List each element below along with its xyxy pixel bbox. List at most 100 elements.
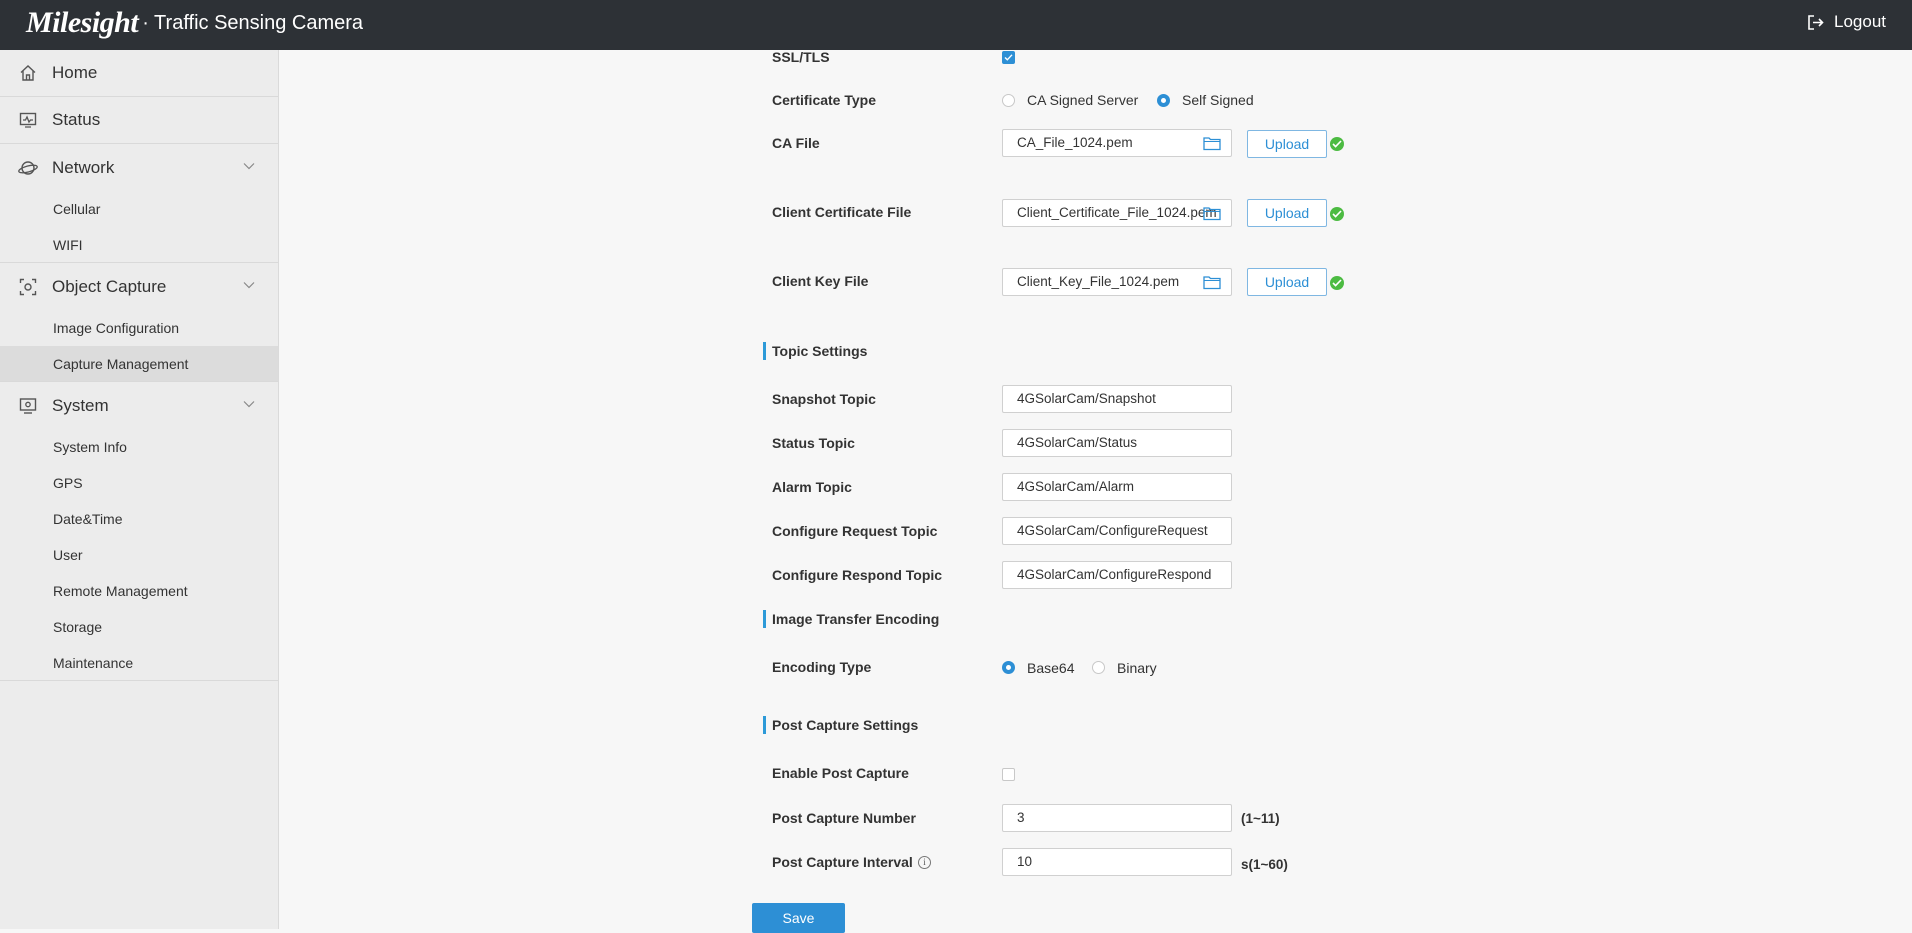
sidebar-item-network[interactable]: Network [0, 144, 278, 191]
radio-binary[interactable] [1092, 661, 1105, 674]
radio-base64[interactable] [1002, 661, 1015, 674]
ssl-tls-label: SSL/TLS [772, 49, 830, 65]
radio-self-signed[interactable] [1157, 94, 1170, 107]
alarm-topic-label: Alarm Topic [772, 479, 852, 495]
folder-icon[interactable] [1203, 205, 1221, 221]
sidebar-item-image-configuration[interactable]: Image Configuration [0, 310, 278, 346]
radio-label-base64: Base64 [1027, 660, 1075, 676]
topic-settings-section: Topic Settings [763, 342, 867, 360]
certificate-type-label: Certificate Type [772, 92, 876, 108]
client-certificate-input[interactable]: Client_Certificate_File_1024.pem [1002, 199, 1232, 227]
sidebar-item-label: User [53, 547, 83, 563]
sidebar-item-object-capture[interactable]: Object Capture [0, 263, 278, 310]
sidebar-item-label: WIFI [53, 236, 83, 253]
client-certificate-value: Client_Certificate_File_1024.pem [1017, 205, 1217, 220]
sidebar-item-system[interactable]: System [0, 382, 278, 429]
success-check-icon [1330, 276, 1344, 290]
status-topic-input[interactable]: 4GSolarCam/Status [1002, 429, 1232, 457]
product-title: · Traffic Sensing Camera [142, 11, 364, 34]
client-certificate-upload-button[interactable]: Upload [1247, 199, 1327, 227]
ca-file-label: CA File [772, 135, 820, 151]
folder-icon[interactable] [1203, 274, 1221, 290]
sidebar-item-label: Network [52, 157, 115, 177]
radio-ca-signed-server[interactable] [1002, 94, 1015, 107]
chevron-down-icon [243, 282, 255, 289]
ssl-tls-checkbox[interactable] [1002, 51, 1015, 64]
client-key-upload-button[interactable]: Upload [1247, 268, 1327, 296]
post-capture-interval-range: s(1~60) [1241, 857, 1288, 872]
post-capture-interval-input[interactable]: 10 [1002, 848, 1232, 876]
sidebar: Home Status Network Cellular WIFI Object… [0, 50, 279, 929]
client-key-label: Client Key File [772, 273, 869, 289]
alarm-topic-input[interactable]: 4GSolarCam/Alarm [1002, 473, 1232, 501]
sidebar-item-label: Status [52, 110, 101, 129]
sidebar-item-system-info[interactable]: System Info [0, 429, 278, 465]
success-check-icon [1330, 207, 1344, 221]
sidebar-item-label: Maintenance [53, 654, 134, 671]
sidebar-item-capture-management[interactable]: Capture Management [0, 346, 278, 382]
radio-label-binary: Binary [1117, 660, 1157, 676]
client-key-value: Client_Key_File_1024.pem [1017, 274, 1180, 289]
snapshot-topic-label: Snapshot Topic [772, 391, 876, 407]
post-capture-interval-label: Post Capture Interval [772, 854, 913, 870]
sidebar-item-label: Storage [53, 619, 103, 635]
logout-button[interactable]: Logout [1807, 12, 1886, 32]
client-key-input[interactable]: Client_Key_File_1024.pem [1002, 268, 1232, 296]
sidebar-item-label: System Info [53, 439, 127, 455]
sidebar-item-label: Remote Management [53, 583, 188, 599]
sidebar-item-label: GPS [53, 475, 83, 491]
radio-label-ca-signed-server: CA Signed Server [1027, 92, 1139, 108]
sidebar-item-maintenance[interactable]: Maintenance [0, 645, 278, 681]
post-capture-number-label: Post Capture Number [772, 810, 916, 826]
configure-request-topic-input[interactable]: 4GSolarCam/ConfigureRequest [1002, 517, 1232, 545]
ca-file-input[interactable]: CA_File_1024.pem [1002, 129, 1232, 157]
sidebar-item-label: Object Capture [52, 276, 167, 296]
sidebar-item-label: Image Configuration [53, 320, 180, 336]
ca-file-upload-button[interactable]: Upload [1247, 130, 1327, 158]
image-transfer-encoding-section: Image Transfer Encoding [763, 610, 939, 628]
globe-icon [18, 158, 38, 178]
sidebar-item-wifi[interactable]: WIFI [0, 227, 278, 263]
sidebar-item-label: System [52, 395, 109, 415]
success-check-icon [1330, 137, 1344, 151]
configure-respond-topic-input[interactable]: 4GSolarCam/ConfigureRespond [1002, 561, 1232, 589]
sidebar-item-label: Capture Management [53, 355, 189, 372]
milesight-logo: Milesight [26, 6, 139, 39]
post-capture-number-range: (1~11) [1241, 811, 1280, 826]
chevron-down-icon [243, 401, 255, 408]
sidebar-item-gps[interactable]: GPS [0, 465, 278, 501]
sidebar-item-date-time[interactable]: Date&Time [0, 501, 278, 537]
enable-post-capture-label: Enable Post Capture [772, 765, 909, 781]
ca-file-value: CA_File_1024.pem [1017, 135, 1133, 150]
capture-icon [18, 277, 38, 297]
post-capture-settings-section: Post Capture Settings [763, 716, 918, 734]
sidebar-item-status[interactable]: Status [0, 97, 278, 144]
sidebar-item-storage[interactable]: Storage [0, 609, 278, 645]
enable-post-capture-checkbox[interactable] [1002, 768, 1015, 781]
sidebar-item-user[interactable]: User [0, 537, 278, 573]
client-certificate-label: Client Certificate File [772, 204, 912, 220]
info-icon[interactable]: i [918, 856, 931, 869]
logout-label: Logout [1834, 12, 1886, 31]
chevron-down-icon [243, 163, 255, 170]
encoding-type-label: Encoding Type [772, 659, 872, 675]
snapshot-topic-input[interactable]: 4GSolarCam/Snapshot [1002, 385, 1232, 413]
folder-icon[interactable] [1203, 135, 1221, 151]
monitor-icon [18, 110, 38, 130]
configure-respond-topic-label: Configure Respond Topic [772, 567, 943, 583]
brand: Milesight · Traffic Sensing Camera [26, 6, 363, 40]
sidebar-item-cellular[interactable]: Cellular [0, 191, 278, 227]
radio-label-self-signed: Self Signed [1182, 92, 1254, 108]
system-icon [18, 396, 38, 416]
sidebar-item-home[interactable]: Home [0, 50, 278, 97]
logout-icon [1808, 14, 1824, 30]
configure-request-topic-label: Configure Request Topic [772, 523, 938, 539]
sidebar-item-label: Date&Time [53, 511, 123, 527]
sidebar-item-remote-management[interactable]: Remote Management [0, 573, 278, 609]
top-bar: Milesight · Traffic Sensing Camera Logou… [0, 0, 1912, 50]
sidebar-item-label: Cellular [53, 201, 101, 217]
post-capture-number-input[interactable]: 3 [1002, 804, 1232, 832]
checkmark-icon [1004, 54, 1013, 61]
home-icon [18, 63, 38, 83]
status-topic-label: Status Topic [772, 435, 855, 451]
